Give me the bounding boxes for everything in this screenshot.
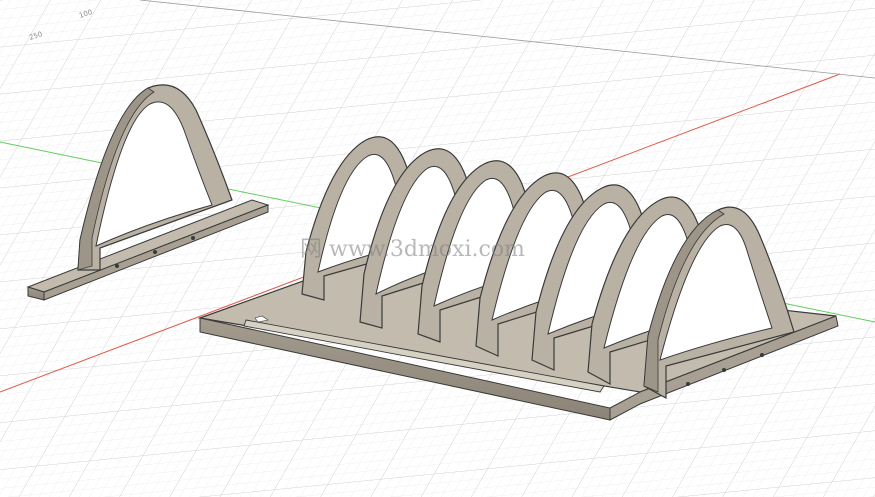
cad-viewport[interactable]: 100 250 网 www.3dmoxi.com bbox=[0, 0, 875, 497]
watermark-text: 网 www.3dmoxi.com bbox=[300, 237, 525, 262]
